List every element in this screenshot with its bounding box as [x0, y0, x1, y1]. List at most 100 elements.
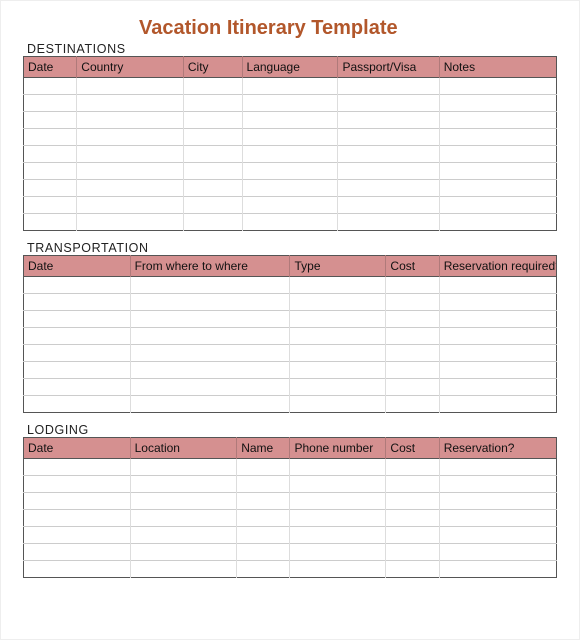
table-cell[interactable]	[183, 214, 242, 231]
table-cell[interactable]	[237, 476, 290, 493]
table-cell[interactable]	[439, 510, 556, 527]
table-cell[interactable]	[183, 180, 242, 197]
table-cell[interactable]	[386, 510, 439, 527]
table-cell[interactable]	[439, 146, 556, 163]
table-cell[interactable]	[386, 561, 439, 578]
table-cell[interactable]	[439, 459, 556, 476]
table-cell[interactable]	[242, 197, 338, 214]
table-cell[interactable]	[24, 197, 77, 214]
table-cell[interactable]	[439, 396, 556, 413]
table-cell[interactable]	[24, 345, 131, 362]
table-cell[interactable]	[130, 527, 237, 544]
table-cell[interactable]	[242, 112, 338, 129]
table-cell[interactable]	[130, 294, 290, 311]
table-cell[interactable]	[24, 328, 131, 345]
table-cell[interactable]	[130, 362, 290, 379]
table-cell[interactable]	[24, 163, 77, 180]
table-cell[interactable]	[242, 163, 338, 180]
table-cell[interactable]	[290, 328, 386, 345]
table-cell[interactable]	[24, 362, 131, 379]
table-cell[interactable]	[130, 493, 237, 510]
table-cell[interactable]	[183, 163, 242, 180]
table-cell[interactable]	[130, 311, 290, 328]
table-cell[interactable]	[237, 544, 290, 561]
table-cell[interactable]	[24, 180, 77, 197]
table-cell[interactable]	[439, 345, 556, 362]
table-cell[interactable]	[24, 493, 131, 510]
table-cell[interactable]	[290, 277, 386, 294]
table-cell[interactable]	[237, 561, 290, 578]
table-cell[interactable]	[386, 379, 439, 396]
table-cell[interactable]	[386, 311, 439, 328]
table-cell[interactable]	[77, 129, 184, 146]
table-cell[interactable]	[290, 561, 386, 578]
table-cell[interactable]	[130, 379, 290, 396]
table-cell[interactable]	[290, 510, 386, 527]
table-cell[interactable]	[439, 527, 556, 544]
table-cell[interactable]	[24, 510, 131, 527]
table-cell[interactable]	[130, 476, 237, 493]
table-cell[interactable]	[77, 214, 184, 231]
table-cell[interactable]	[338, 78, 439, 95]
table-cell[interactable]	[386, 476, 439, 493]
table-cell[interactable]	[439, 95, 556, 112]
table-cell[interactable]	[439, 362, 556, 379]
table-cell[interactable]	[338, 129, 439, 146]
table-cell[interactable]	[439, 112, 556, 129]
table-cell[interactable]	[439, 379, 556, 396]
table-cell[interactable]	[24, 396, 131, 413]
table-cell[interactable]	[77, 95, 184, 112]
table-cell[interactable]	[130, 345, 290, 362]
table-cell[interactable]	[24, 95, 77, 112]
table-cell[interactable]	[183, 112, 242, 129]
table-cell[interactable]	[130, 277, 290, 294]
table-cell[interactable]	[24, 311, 131, 328]
table-cell[interactable]	[24, 527, 131, 544]
table-cell[interactable]	[183, 197, 242, 214]
table-cell[interactable]	[439, 214, 556, 231]
table-cell[interactable]	[130, 544, 237, 561]
table-cell[interactable]	[386, 345, 439, 362]
table-cell[interactable]	[237, 510, 290, 527]
table-cell[interactable]	[386, 277, 439, 294]
table-cell[interactable]	[290, 379, 386, 396]
table-cell[interactable]	[77, 78, 184, 95]
table-cell[interactable]	[77, 180, 184, 197]
table-cell[interactable]	[439, 197, 556, 214]
table-cell[interactable]	[439, 78, 556, 95]
table-cell[interactable]	[237, 527, 290, 544]
table-cell[interactable]	[242, 95, 338, 112]
table-cell[interactable]	[24, 146, 77, 163]
table-cell[interactable]	[24, 129, 77, 146]
table-cell[interactable]	[24, 561, 131, 578]
table-cell[interactable]	[242, 180, 338, 197]
table-cell[interactable]	[242, 214, 338, 231]
table-cell[interactable]	[24, 214, 77, 231]
table-cell[interactable]	[290, 476, 386, 493]
table-cell[interactable]	[290, 362, 386, 379]
table-cell[interactable]	[439, 180, 556, 197]
table-cell[interactable]	[338, 95, 439, 112]
table-cell[interactable]	[338, 146, 439, 163]
table-cell[interactable]	[290, 459, 386, 476]
table-cell[interactable]	[439, 163, 556, 180]
table-cell[interactable]	[242, 146, 338, 163]
table-cell[interactable]	[130, 459, 237, 476]
table-cell[interactable]	[290, 527, 386, 544]
table-cell[interactable]	[439, 129, 556, 146]
table-cell[interactable]	[386, 328, 439, 345]
table-cell[interactable]	[386, 396, 439, 413]
table-cell[interactable]	[24, 459, 131, 476]
table-cell[interactable]	[290, 294, 386, 311]
table-cell[interactable]	[237, 493, 290, 510]
table-cell[interactable]	[237, 459, 290, 476]
table-cell[interactable]	[242, 129, 338, 146]
table-cell[interactable]	[130, 510, 237, 527]
table-cell[interactable]	[24, 78, 77, 95]
table-cell[interactable]	[24, 379, 131, 396]
table-cell[interactable]	[183, 146, 242, 163]
table-cell[interactable]	[439, 544, 556, 561]
table-cell[interactable]	[290, 311, 386, 328]
table-cell[interactable]	[439, 277, 556, 294]
table-cell[interactable]	[24, 544, 131, 561]
